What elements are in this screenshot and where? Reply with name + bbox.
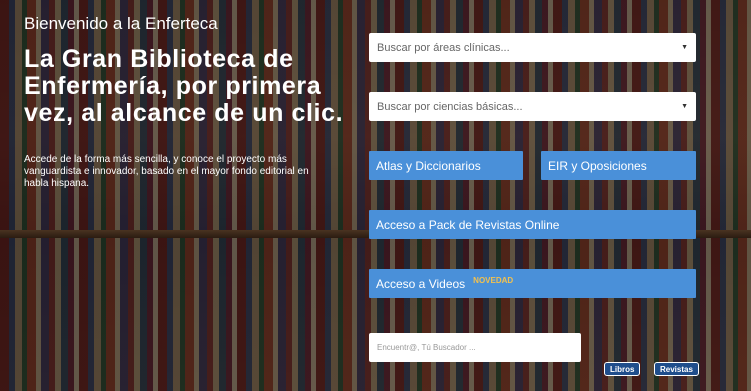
- videos-access-button[interactable]: Acceso a Videos NOVEDAD: [369, 269, 696, 298]
- eir-oposiciones-button[interactable]: EIR y Oposiciones: [541, 151, 696, 180]
- basic-sciences-select[interactable]: Buscar por ciencias básicas... ▼: [369, 92, 696, 121]
- hero-banner: Bienvenido a la Enferteca La Gran Biblio…: [0, 0, 751, 391]
- journals-pack-button[interactable]: Acceso a Pack de Revistas Online: [369, 210, 696, 239]
- books-filter-button[interactable]: Libros: [604, 362, 641, 376]
- chevron-down-icon: ▼: [681, 103, 688, 110]
- welcome-title: Bienvenido a la Enferteca: [24, 14, 218, 33]
- basic-sciences-placeholder: Buscar por ciencias básicas...: [377, 100, 523, 113]
- magazines-filter-button[interactable]: Revistas: [654, 362, 699, 376]
- atlas-dictionaries-button[interactable]: Atlas y Diccionarios: [369, 151, 523, 180]
- intro-text: Accede de la forma más sencilla, y conoc…: [24, 154, 309, 189]
- clinical-areas-placeholder: Buscar por áreas clínicas...: [377, 41, 510, 54]
- chevron-down-icon: ▼: [681, 44, 688, 51]
- new-badge: NOVEDAD: [473, 276, 514, 285]
- finder-search-input[interactable]: [369, 333, 581, 362]
- videos-button-label: Acceso a Videos: [376, 276, 466, 291]
- clinical-areas-select[interactable]: Buscar por áreas clínicas... ▼: [369, 33, 696, 62]
- page-headline: La Gran Biblioteca de Enfermería, por pr…: [24, 45, 344, 127]
